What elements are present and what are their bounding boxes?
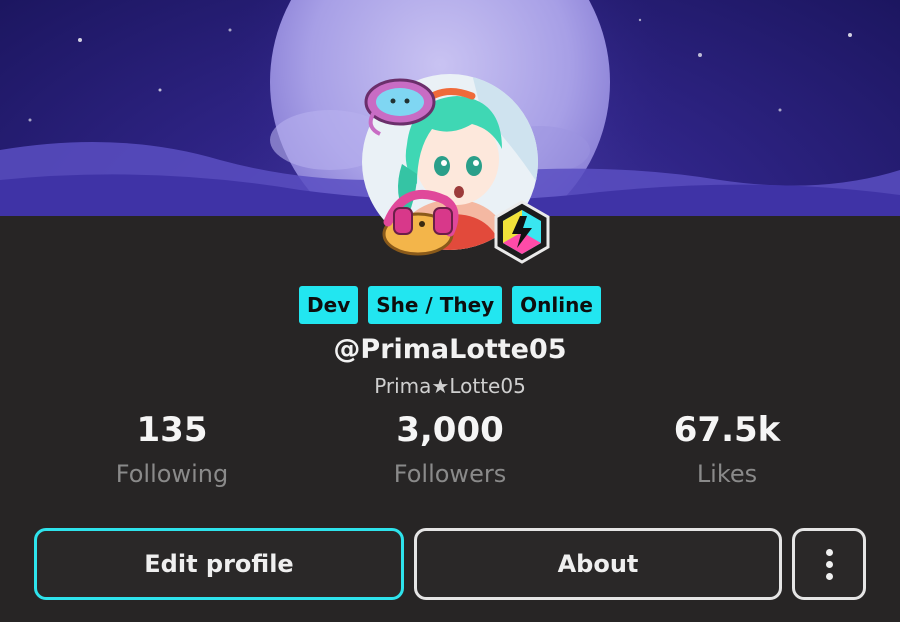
stat-following-label: Following — [115, 460, 229, 488]
stat-likes-label: Likes — [696, 460, 758, 488]
stat-followers-label: Followers — [393, 460, 507, 488]
more-options-button[interactable] — [792, 528, 866, 600]
more-vertical-icon — [825, 548, 833, 580]
stat-followers[interactable]: 3,000 Followers — [330, 408, 570, 496]
profile-tags: Dev She / They Online — [0, 286, 900, 324]
about-button[interactable]: About — [414, 528, 782, 600]
avatar-container[interactable] — [360, 72, 550, 264]
tag-status: Online — [512, 286, 601, 324]
profile-handle: @PrimaLotte05 — [333, 334, 567, 365]
stat-following-value: 135 — [136, 410, 208, 450]
profile-display-name: Prima★Lotte05 — [374, 374, 526, 398]
lightning-badge-icon — [494, 200, 550, 264]
stat-followers-value: 3,000 — [396, 410, 504, 450]
stat-likes[interactable]: 67.5k Likes — [607, 408, 847, 496]
tag-pronouns: She / They — [368, 286, 503, 324]
stat-likes-value: 67.5k — [673, 410, 781, 450]
stat-following[interactable]: 135 Following — [52, 408, 292, 496]
edit-profile-button[interactable]: Edit profile — [34, 528, 404, 600]
tag-dev: Dev — [299, 286, 359, 324]
